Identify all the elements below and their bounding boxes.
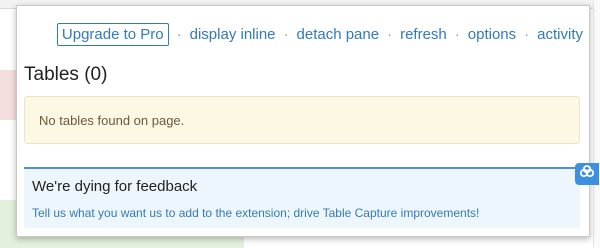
feedback-title: We're dying for feedback <box>32 178 198 195</box>
background-scrollbar <box>593 0 600 248</box>
toolbar-separator: · <box>387 26 393 43</box>
feedback-panel: We're dying for feedback Tell us what yo… <box>24 167 580 228</box>
toolbar-separator: · <box>176 26 182 43</box>
no-tables-message: No tables found on page. <box>39 113 185 128</box>
toolbar-separator: · <box>524 26 530 43</box>
activity-link[interactable]: activity <box>537 26 583 43</box>
extension-popup: Upgrade to Pro · display inline · detach… <box>16 5 590 237</box>
side-tab-button[interactable] <box>575 163 599 185</box>
popup-toolbar: Upgrade to Pro · display inline · detach… <box>56 23 583 46</box>
detach-pane-link[interactable]: detach pane <box>297 26 380 43</box>
upgrade-to-pro-button[interactable]: Upgrade to Pro <box>56 23 169 46</box>
no-tables-notice: No tables found on page. <box>24 96 580 144</box>
feedback-link[interactable]: Tell us what you want us to add to the e… <box>32 206 479 220</box>
toolbar-separator: · <box>454 26 460 43</box>
options-link[interactable]: options <box>468 26 516 43</box>
cloud-connect-icon <box>579 164 595 184</box>
toolbar-separator: · <box>283 26 289 43</box>
display-inline-link[interactable]: display inline <box>190 26 276 43</box>
tables-heading: Tables (0) <box>24 64 108 85</box>
refresh-link[interactable]: refresh <box>400 26 447 43</box>
